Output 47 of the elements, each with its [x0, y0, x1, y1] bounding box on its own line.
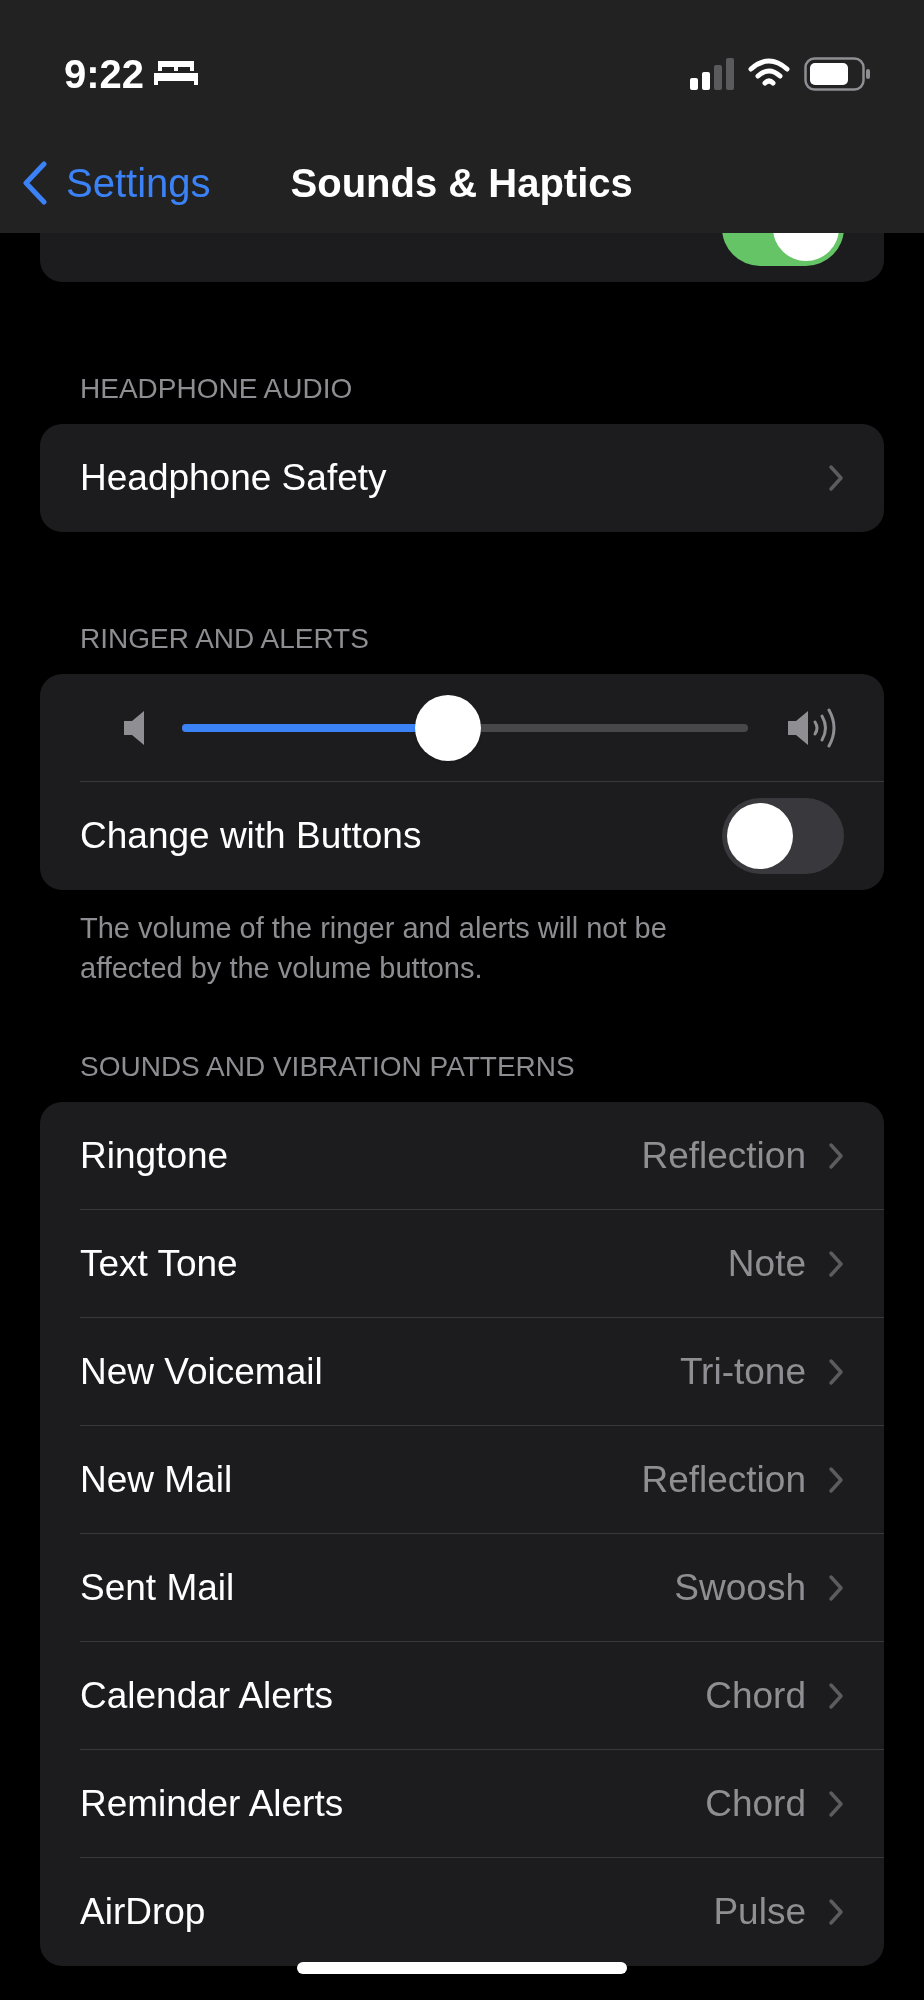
settings-row[interactable]: New Voicemail Tri-tone — [80, 1318, 884, 1426]
row-value: Swoosh — [674, 1565, 806, 1610]
row-value: Chord — [705, 1673, 806, 1718]
back-button[interactable]: Settings — [22, 153, 211, 213]
row-label: Calendar Alerts — [80, 1673, 333, 1718]
row-label: New Mail — [80, 1457, 233, 1502]
row-value: Pulse — [713, 1890, 806, 1935]
section-header: SOUNDS AND VIBRATION PATTERNS — [80, 1051, 575, 1082]
signal-icon — [690, 57, 734, 90]
chevron-icon — [828, 1898, 844, 1926]
chevron-icon — [828, 1681, 844, 1710]
row-label: AirDrop — [80, 1890, 206, 1935]
row-label: Sent Mail — [80, 1565, 235, 1610]
row-value: Chord — [705, 1781, 806, 1826]
back-chevron-icon — [22, 161, 48, 205]
section-header: HEADPHONE AUDIO — [80, 373, 353, 404]
chevron-icon — [828, 1573, 844, 1602]
row-label: Reminder Alerts — [80, 1781, 344, 1826]
row-value: Tri-tone — [679, 1349, 806, 1394]
speaker-icon — [124, 709, 146, 746]
row-label: New Voicemail — [80, 1349, 323, 1394]
row-label: Text Tone — [80, 1241, 238, 1286]
settings-row[interactable]: Reminder Alerts Chord — [80, 1750, 884, 1858]
row-label: Ringtone — [80, 1133, 229, 1178]
chevron-icon — [828, 1789, 844, 1818]
chevron-icon — [828, 1249, 844, 1278]
row-label: Headphone Safety — [80, 456, 387, 501]
row-value: Note — [727, 1241, 806, 1286]
settings-row[interactable]: Calendar Alerts Chord — [80, 1642, 884, 1750]
status-time: 9:22 — [64, 50, 145, 98]
row-label: Change with Buttons — [80, 814, 422, 859]
settings-row[interactable]: Ringtone Reflection — [80, 1102, 884, 1210]
settings-row[interactable]: AirDrop Pulse — [80, 1858, 884, 1966]
section-footer: The volume of the ringer and alerts will not be affected by the volume buttons. — [80, 908, 764, 988]
settings-row[interactable]: Headphone Safety — [80, 424, 884, 532]
settings-row[interactable]: Sent Mail Swoosh — [80, 1534, 884, 1642]
chevron-icon — [828, 1465, 844, 1494]
section-header: RINGER AND ALERTS — [80, 623, 369, 654]
battery-icon — [804, 56, 870, 91]
chevron-icon — [828, 464, 844, 492]
page-title: Sounds & Haptics — [290, 160, 633, 207]
settings-row[interactable]: New Mail Reflection — [80, 1426, 884, 1534]
chevron-icon — [828, 1141, 844, 1170]
row-value: Reflection — [641, 1133, 806, 1178]
row-value: Reflection — [641, 1457, 806, 1502]
chevron-icon — [828, 1357, 844, 1386]
settings-row[interactable]: Text Tone Note — [80, 1210, 884, 1318]
